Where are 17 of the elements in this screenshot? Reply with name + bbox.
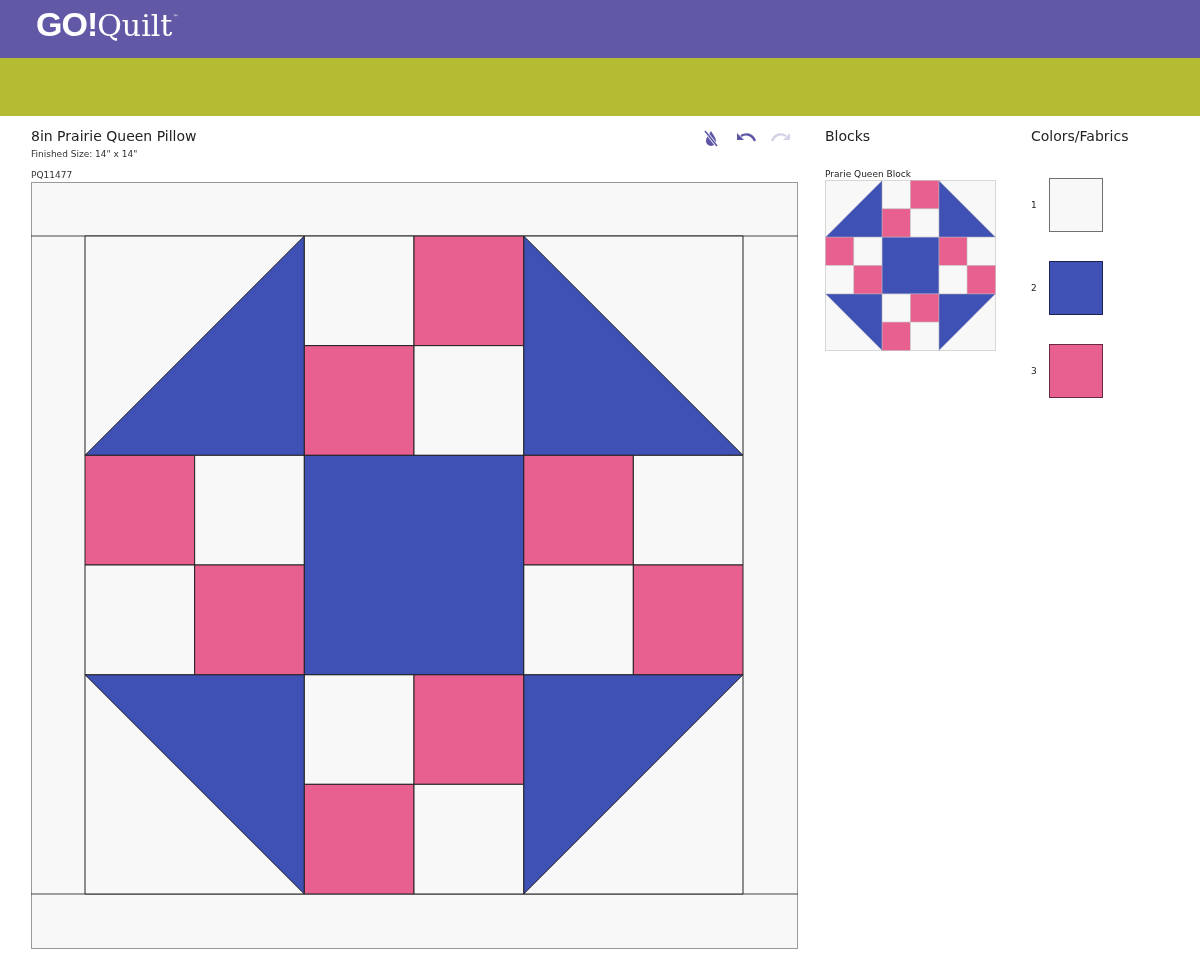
fabric-number: 2 [1031, 283, 1037, 293]
fabrics-heading: Colors/Fabrics [1031, 128, 1129, 146]
pattern-code: PQ11477 [31, 169, 74, 181]
project-title: 8in Prairie Queen Pillow [31, 128, 197, 144]
quilt-block-drawing[interactable] [825, 180, 996, 351]
fabric-number: 3 [1031, 366, 1037, 376]
blocks-heading: Blocks [825, 128, 872, 146]
crossed-droplet-icon [702, 129, 719, 147]
block-label: Prarie Queen Block [825, 168, 912, 180]
fabric-swatch[interactable] [1049, 178, 1103, 232]
finished-size: Finished Size: 14" x 14" [31, 148, 139, 160]
fabric-number: 1 [1031, 200, 1037, 210]
redo-icon [770, 132, 791, 144]
quilt-drawing[interactable] [31, 182, 798, 949]
fabric-swatch[interactable] [1049, 344, 1103, 398]
undo-icon [735, 132, 756, 144]
fabric-swatch[interactable] [1049, 261, 1103, 315]
